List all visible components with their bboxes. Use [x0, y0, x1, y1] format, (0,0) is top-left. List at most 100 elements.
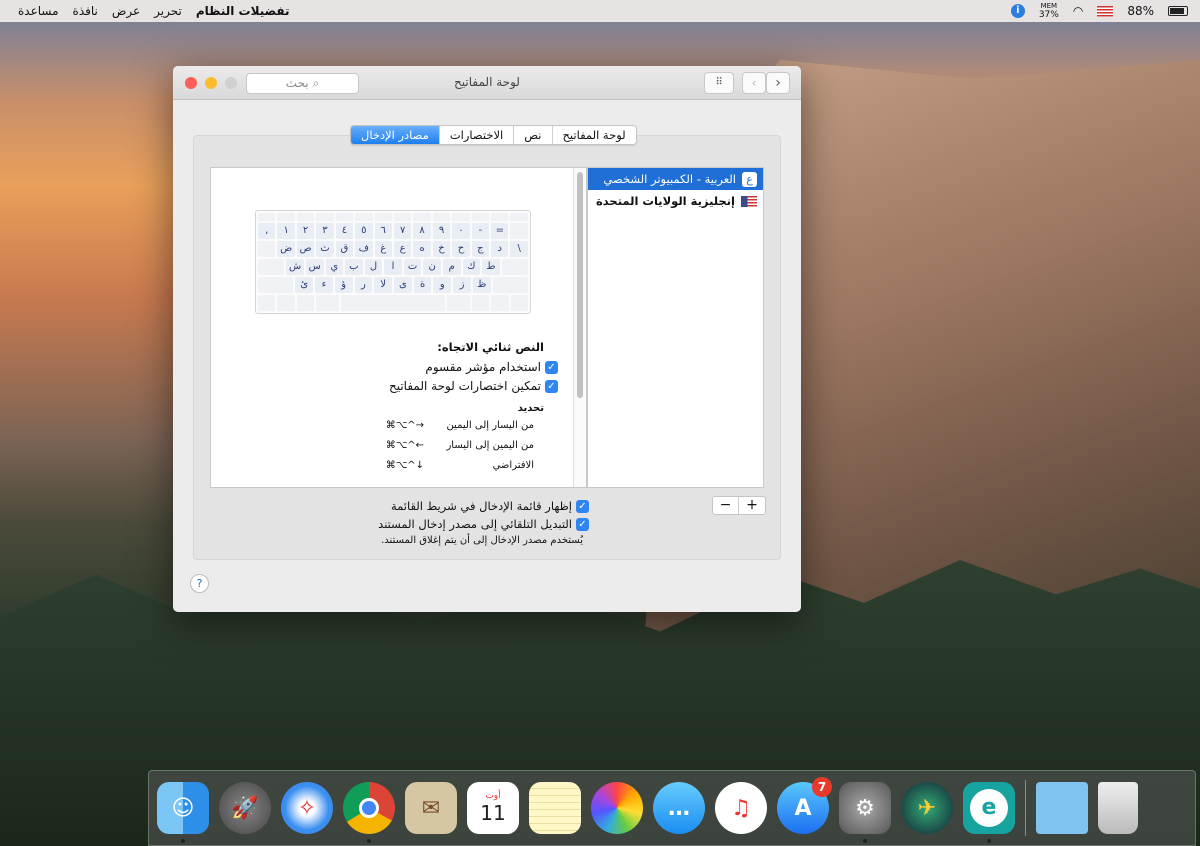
function-key	[413, 213, 431, 221]
menu-app[interactable]: تفضيلات النظام	[196, 4, 290, 18]
show-input-menu-label: إظهار قائمة الإدخال في شريط القائمة	[390, 499, 572, 513]
split-cursor-checkbox[interactable]: ✓ استخدام مؤشر مقسوم	[244, 360, 558, 374]
calendar-icon[interactable]: أوت 11	[467, 782, 519, 834]
battery-icon[interactable]	[1168, 6, 1188, 16]
battery-percent[interactable]: 88%	[1127, 4, 1154, 18]
key: ق	[335, 241, 354, 257]
menu-edit[interactable]: تحرير	[154, 4, 182, 18]
chrome-icon[interactable]	[343, 782, 395, 843]
input-source-label: إنجليزية الولايات المتحدة	[596, 194, 735, 208]
key: ٦	[374, 223, 392, 239]
menu-window[interactable]: نافذة	[73, 4, 98, 18]
key: ب	[345, 259, 363, 275]
key: ل	[364, 259, 383, 275]
key	[510, 223, 528, 239]
function-key	[335, 213, 354, 221]
add-remove-buttons: − +	[712, 496, 766, 515]
menu-view[interactable]: عرض	[112, 4, 140, 18]
function-key	[393, 213, 412, 221]
key: ٨	[413, 223, 431, 239]
key	[316, 295, 339, 311]
itunes-icon[interactable]: ♫	[715, 782, 767, 834]
notes-icon[interactable]	[529, 782, 581, 834]
function-key	[277, 213, 295, 221]
remove-source-button[interactable]: −	[713, 497, 739, 514]
tab-keyboard[interactable]: لوحة المفاتيح	[551, 126, 636, 144]
key: ر	[354, 277, 373, 293]
mem-value: 37%	[1038, 10, 1059, 20]
enable-shortcuts-checkbox[interactable]: ✓ تمكين اختصارات لوحة المفاتيح	[244, 379, 558, 393]
wifi-icon[interactable]: ◠	[1073, 4, 1083, 18]
function-key	[471, 213, 490, 221]
input-sources-list: ع العربية - الكمبيوتر الشخصي إنجليزية الو…	[587, 167, 764, 488]
eset-icon[interactable]: e	[963, 782, 1015, 843]
key: ج	[471, 241, 490, 257]
key: -	[471, 223, 490, 239]
key	[296, 295, 315, 311]
launchpad-icon[interactable]: 🚀	[219, 782, 271, 834]
mail-icon[interactable]: ✉	[405, 782, 457, 834]
key: \	[510, 241, 528, 257]
key	[491, 295, 509, 311]
auto-switch-checkbox[interactable]: ✓ التبديل التلقائي إلى مصدر إدخال المستند	[269, 517, 589, 531]
us-flag-icon[interactable]	[1097, 5, 1114, 17]
function-key	[316, 213, 334, 221]
key: ٣	[316, 223, 334, 239]
function-key	[491, 213, 509, 221]
input-source-us-english[interactable]: إنجليزية الولايات المتحدة	[588, 190, 763, 212]
key: د	[491, 241, 509, 257]
key: ع	[393, 241, 412, 257]
key: م	[442, 259, 461, 275]
shortcut-keys: ⌘⌥^↓	[385, 460, 424, 471]
key: غ	[374, 241, 392, 257]
bidi-section: النص ثنائي الاتجاه: ✓استخدام مؤشر مقسوم …	[244, 340, 558, 480]
shortcut-label: من اليسار إلى اليمين	[446, 420, 534, 431]
help-button[interactable]: ?	[190, 574, 209, 593]
key: ن	[423, 259, 441, 275]
forward-button[interactable]: ›	[766, 72, 790, 94]
finder-icon[interactable]: ☺	[157, 782, 209, 843]
folder-stack-icon[interactable]	[1036, 782, 1088, 834]
keyboard-row: , ١ ٢ ٣ ٤ ٥ ٦ ٧ ٨ ٩ ٠- =	[258, 223, 528, 239]
info-icon[interactable]: i	[1010, 4, 1025, 18]
tab-shortcuts[interactable]: الاختصارات	[438, 126, 513, 144]
system-preferences-icon[interactable]: ⚙	[839, 782, 891, 843]
menu-help[interactable]: مساعدة	[18, 4, 59, 18]
key: ز	[453, 277, 471, 293]
back-button[interactable]: ‹	[742, 72, 766, 94]
tab-text[interactable]: نص	[513, 126, 551, 144]
function-key	[510, 213, 528, 221]
show-all-grid-button[interactable]: ⠿	[704, 72, 734, 94]
scrollbar-thumb[interactable]	[577, 172, 583, 398]
key	[258, 259, 285, 275]
shortcut-label: من اليمين إلى اليسار	[446, 440, 534, 451]
show-input-menu-checkbox[interactable]: ✓ إظهار قائمة الإدخال في شريط القائمة	[269, 499, 589, 513]
auto-switch-note: يُستخدم مصدر الإدخال إلى أن يتم إغلاق ال…	[381, 535, 583, 546]
calendar-day: 11	[480, 801, 506, 825]
key: ٥	[355, 223, 373, 239]
shortcut-row: من اليسار إلى اليمين ⌘⌥^→	[244, 420, 544, 440]
function-key	[296, 213, 315, 221]
input-source-arabic[interactable]: ع العربية - الكمبيوتر الشخصي	[588, 168, 763, 190]
memory-status[interactable]: MEM 37%	[1039, 2, 1059, 20]
tab-input-sources[interactable]: مصادر الإدخال	[351, 126, 439, 144]
arabic-source-icon: ع	[742, 171, 757, 187]
key: ت	[403, 259, 422, 275]
split-cursor-label: استخدام مؤشر مقسوم	[425, 360, 541, 374]
app-store-icon[interactable]: A7	[777, 777, 832, 834]
photos-icon[interactable]	[591, 782, 643, 834]
keyboard-row: ض ص ث ق ف غ ع ه خ ح ج د \	[258, 241, 528, 257]
shortcut-keys: ⌘⌥^→	[385, 420, 424, 431]
function-key	[432, 213, 451, 221]
messages-icon[interactable]: …	[653, 782, 705, 834]
globe-app-icon[interactable]: ✈	[901, 782, 953, 834]
key: =	[491, 223, 509, 239]
add-source-button[interactable]: +	[739, 497, 765, 514]
key: ض	[277, 241, 295, 257]
safari-icon[interactable]: ✧	[281, 782, 333, 834]
enable-shortcuts-label: تمكين اختصارات لوحة المفاتيح	[388, 379, 541, 393]
trash-icon[interactable]	[1098, 782, 1138, 834]
key: ٧	[393, 223, 412, 239]
scrollbar[interactable]	[573, 168, 586, 487]
key: ف	[355, 241, 373, 257]
